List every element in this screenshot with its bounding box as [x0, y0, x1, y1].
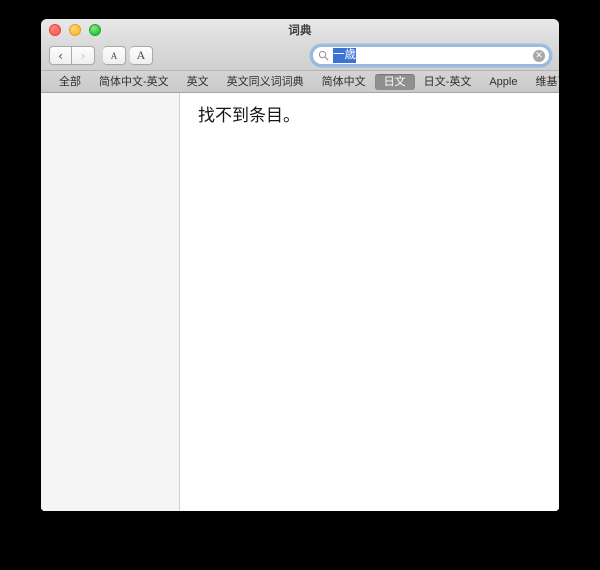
toolbar: ‹ › A A 一歳 ✕ — [41, 41, 559, 71]
tab-wikipedia[interactable]: 维基百科 — [526, 74, 559, 90]
vertical-scrollbar[interactable] — [557, 93, 559, 511]
tab-simplified-chinese-english[interactable]: 简体中文-英文 — [90, 74, 178, 90]
forward-button[interactable]: › — [72, 46, 95, 65]
clear-search-icon[interactable]: ✕ — [533, 49, 545, 62]
titlebar[interactable]: 词典 — [41, 19, 559, 41]
font-size-decrease-button[interactable]: A — [103, 46, 126, 65]
chevron-left-icon: ‹ — [58, 48, 63, 63]
navigation-buttons: ‹ › — [49, 46, 95, 65]
window-title: 词典 — [288, 25, 312, 37]
tab-japanese-english[interactable]: 日文-英文 — [415, 74, 481, 90]
chevron-right-icon: › — [80, 48, 86, 63]
search-icon — [318, 50, 329, 61]
search-field[interactable]: 一歳 ✕ — [312, 46, 550, 65]
font-size-larger-group: A — [130, 46, 153, 65]
letter-a-large-icon: A — [136, 48, 146, 62]
letter-a-small-icon: A — [110, 50, 118, 61]
font-size-increase-button[interactable]: A — [130, 46, 153, 65]
tab-apple[interactable]: Apple — [480, 74, 526, 90]
search-field-wrapper: 一歳 ✕ — [312, 46, 550, 65]
tab-english[interactable]: 英文 — [178, 74, 218, 90]
window-body: 找不到条目。 — [41, 93, 559, 511]
no-results-message: 找不到条目。 — [198, 106, 300, 126]
tab-japanese[interactable]: 日文 — [374, 73, 415, 90]
dictionary-source-tabs: 全部 简体中文-英文 英文 英文同义词词典 简体中文 日文 日文-英文 Appl… — [41, 71, 559, 93]
back-button[interactable]: ‹ — [49, 46, 72, 65]
dictionary-window: 词典 ‹ › A A 一歳 ✕ 全部 简体中文-英文 英文 英文同义词词典 简体… — [41, 19, 559, 511]
search-input[interactable]: 一歳 — [333, 48, 356, 63]
font-size-smaller-group: A — [103, 46, 126, 65]
tab-simplified-chinese[interactable]: 简体中文 — [313, 74, 375, 90]
results-sidebar[interactable] — [41, 93, 180, 511]
definition-content: 找不到条目。 — [180, 93, 557, 511]
tab-english-thesaurus[interactable]: 英文同义词词典 — [218, 74, 313, 90]
tab-all[interactable]: 全部 — [50, 74, 90, 90]
